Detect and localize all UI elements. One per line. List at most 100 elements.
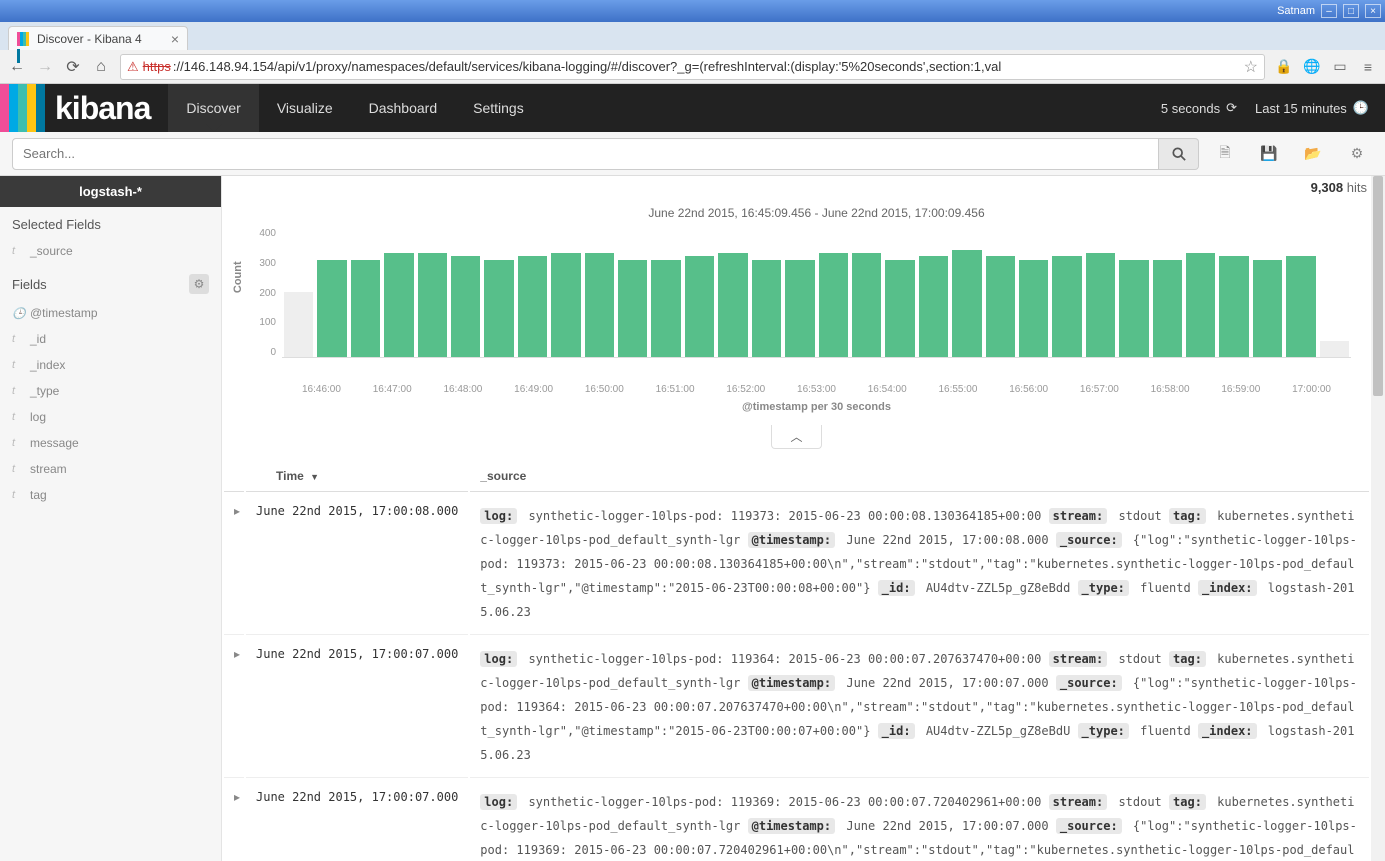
chart-bar[interactable] bbox=[752, 260, 781, 358]
chart-bar[interactable] bbox=[651, 260, 680, 358]
scrollbar-thumb[interactable] bbox=[1373, 176, 1383, 396]
extension-icon-2[interactable]: 🌐 bbox=[1303, 58, 1321, 76]
back-icon[interactable]: ← bbox=[8, 58, 26, 76]
field-item[interactable]: t_source bbox=[0, 238, 221, 264]
extension-icon-3[interactable]: ▭ bbox=[1331, 58, 1349, 76]
field-item[interactable]: tmessage bbox=[0, 430, 221, 456]
reload-icon[interactable]: ⟳ bbox=[64, 57, 82, 77]
scrollbar[interactable] bbox=[1371, 176, 1385, 861]
chart-bar[interactable] bbox=[351, 260, 380, 358]
nav-visualize[interactable]: Visualize bbox=[259, 84, 351, 132]
nav-dashboard[interactable]: Dashboard bbox=[351, 84, 456, 132]
chart-bar[interactable] bbox=[1119, 260, 1148, 358]
source-value: stdout bbox=[1118, 509, 1161, 523]
field-type-icon: t bbox=[12, 359, 22, 371]
window-close-button[interactable]: × bbox=[1365, 4, 1381, 18]
field-type-icon: t bbox=[12, 333, 22, 345]
time-picker[interactable]: Last 15 minutes 🕒 bbox=[1255, 100, 1369, 116]
chart-bar[interactable] bbox=[418, 253, 447, 357]
chart-bar-partial[interactable] bbox=[284, 292, 313, 357]
field-type-icon: t bbox=[12, 245, 22, 257]
field-item[interactable]: t_id bbox=[0, 326, 221, 352]
column-header-source[interactable]: _source bbox=[470, 461, 1369, 492]
xtick: 16:52:00 bbox=[726, 384, 765, 395]
save-search-button[interactable]: 💾 bbox=[1251, 138, 1287, 170]
doc-table: Time ▼ _source ▸June 22nd 2015, 17:00:08… bbox=[222, 459, 1371, 861]
expand-row-button[interactable]: ▸ bbox=[224, 780, 244, 861]
chart-bar[interactable] bbox=[819, 253, 848, 357]
chrome-menu-icon[interactable]: ≡ bbox=[1359, 58, 1377, 76]
chart-bar[interactable] bbox=[885, 260, 914, 358]
hit-count: 9,308 hits bbox=[1311, 180, 1367, 195]
cell-time: June 22nd 2015, 17:00:07.000 bbox=[246, 780, 468, 861]
field-item[interactable]: ttag bbox=[0, 482, 221, 508]
chart-bar[interactable] bbox=[1153, 260, 1182, 358]
nav-settings[interactable]: Settings bbox=[455, 84, 542, 132]
url-bar[interactable]: ⚠ https ://146.148.94.154/api/v1/proxy/n… bbox=[120, 54, 1265, 80]
expand-row-button[interactable]: ▸ bbox=[224, 637, 244, 778]
search-input-wrap[interactable] bbox=[12, 138, 1159, 170]
nav-discover[interactable]: Discover bbox=[168, 84, 258, 132]
source-value: synthetic-logger-10lps-pod: 119373: 2015… bbox=[528, 509, 1041, 523]
search-button[interactable] bbox=[1159, 138, 1199, 170]
chart-bar[interactable] bbox=[1219, 256, 1248, 357]
chart-bar[interactable] bbox=[317, 260, 346, 358]
chart-bar[interactable] bbox=[518, 256, 547, 357]
chart-bar-partial[interactable] bbox=[1320, 341, 1349, 357]
collapse-button[interactable]: ︿ bbox=[771, 425, 821, 449]
chart-bar[interactable] bbox=[618, 260, 647, 358]
open-search-button[interactable]: 📂 bbox=[1295, 138, 1331, 170]
chart-bar[interactable] bbox=[685, 256, 714, 357]
chart-bar[interactable] bbox=[585, 253, 614, 357]
refresh-icon: ⟳ bbox=[1226, 100, 1237, 116]
source-key: _source: bbox=[1056, 532, 1122, 548]
url-https-strike: https bbox=[143, 59, 171, 74]
field-item[interactable]: tstream bbox=[0, 456, 221, 482]
forward-icon[interactable]: → bbox=[36, 58, 54, 76]
chart-bar[interactable] bbox=[986, 256, 1015, 357]
field-item[interactable]: t_index bbox=[0, 352, 221, 378]
search-icon bbox=[1172, 147, 1186, 161]
search-input[interactable] bbox=[23, 146, 1148, 161]
https-warning-icon: ⚠ bbox=[127, 59, 139, 75]
window-maximize-button[interactable]: □ bbox=[1343, 4, 1359, 18]
field-item[interactable]: tlog bbox=[0, 404, 221, 430]
refresh-interval[interactable]: 5 seconds ⟳ bbox=[1161, 100, 1237, 116]
new-search-button[interactable]: 🗎 bbox=[1207, 138, 1243, 170]
source-key: tag: bbox=[1169, 508, 1206, 524]
chart-bar[interactable] bbox=[384, 253, 413, 357]
config-button[interactable]: ⚙ bbox=[1339, 138, 1375, 170]
home-icon[interactable]: ⌂ bbox=[92, 58, 110, 76]
ytick: 100 bbox=[246, 317, 276, 328]
bookmark-star-icon[interactable]: ☆ bbox=[1244, 57, 1258, 77]
fields-filter-button[interactable]: ⚙ bbox=[189, 274, 209, 294]
field-item[interactable]: 🕒@timestamp bbox=[0, 300, 221, 326]
chart-bar[interactable] bbox=[551, 253, 580, 357]
chart-bar[interactable] bbox=[1286, 256, 1315, 357]
source-value: stdout bbox=[1118, 652, 1161, 666]
chart-bars[interactable] bbox=[282, 228, 1351, 358]
chart-bar[interactable] bbox=[451, 256, 480, 357]
chart-bar[interactable] bbox=[1253, 260, 1282, 358]
refresh-label: 5 seconds bbox=[1161, 101, 1220, 116]
chart-bar[interactable] bbox=[484, 260, 513, 358]
chart-xlabel: @timestamp per 30 seconds bbox=[282, 401, 1351, 413]
chart-bar[interactable] bbox=[718, 253, 747, 357]
browser-tab[interactable]: Discover - Kibana 4 × bbox=[8, 26, 188, 50]
chart-bar[interactable] bbox=[852, 253, 881, 357]
chart-bar[interactable] bbox=[952, 250, 981, 357]
chart-bar[interactable] bbox=[1052, 256, 1081, 357]
index-pattern-selector[interactable]: logstash-* bbox=[0, 176, 221, 207]
chart-bar[interactable] bbox=[1086, 253, 1115, 357]
sidebar: logstash-* Selected Fields t_source Fiel… bbox=[0, 176, 222, 861]
extension-icon-1[interactable]: 🔒 bbox=[1275, 58, 1293, 76]
expand-row-button[interactable]: ▸ bbox=[224, 494, 244, 635]
window-minimize-button[interactable]: – bbox=[1321, 4, 1337, 18]
chart-bar[interactable] bbox=[919, 256, 948, 357]
column-header-time[interactable]: Time ▼ bbox=[246, 461, 468, 492]
chart-bar[interactable] bbox=[1019, 260, 1048, 358]
chart-bar[interactable] bbox=[785, 260, 814, 358]
tab-close-icon[interactable]: × bbox=[171, 31, 179, 47]
chart-bar[interactable] bbox=[1186, 253, 1215, 357]
field-item[interactable]: t_type bbox=[0, 378, 221, 404]
